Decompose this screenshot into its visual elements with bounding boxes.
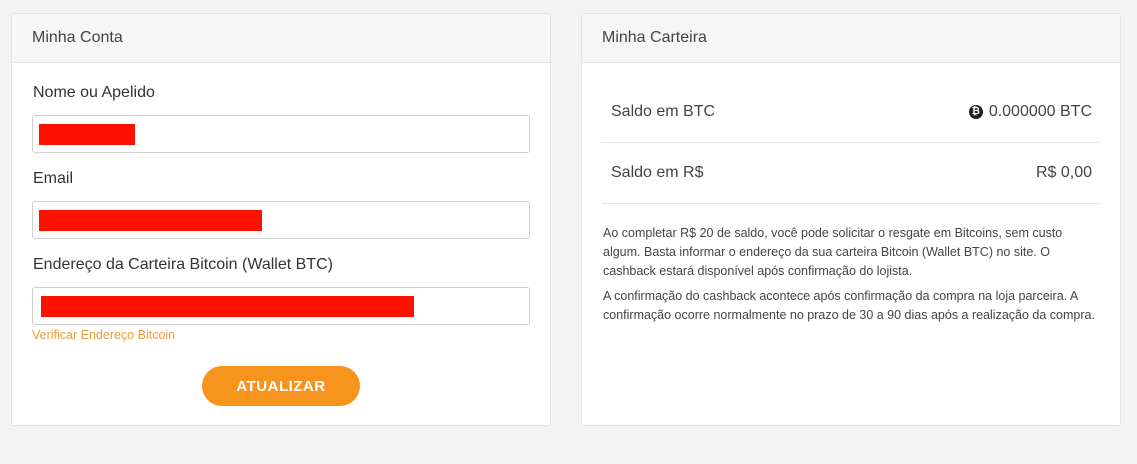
account-card-title: Minha Conta	[12, 14, 550, 63]
email-input[interactable]	[32, 201, 530, 239]
name-input[interactable]	[32, 115, 530, 153]
email-label: Email	[33, 170, 74, 187]
redaction-bar	[39, 210, 262, 231]
btc-balance-value-group: ₿ 0.000000 BTC	[968, 102, 1092, 121]
name-label: Nome ou Apelido	[33, 84, 155, 101]
bitcoin-icon: ₿	[968, 104, 983, 119]
wallet-address-label: Endereço da Carteira Bitcoin (Wallet BTC…	[33, 256, 333, 273]
btc-balance-row: Saldo em BTC ₿ 0.000000 BTC	[602, 63, 1100, 143]
wallet-address-input[interactable]	[32, 287, 530, 325]
account-card: Minha Conta Nome ou Apelido Email Endere…	[11, 13, 551, 426]
brl-balance-row: Saldo em R$ R$ 0,00	[602, 143, 1100, 204]
wallet-card-title: Minha Carteira	[582, 14, 1120, 63]
brl-balance-value: R$ 0,00	[1035, 164, 1092, 181]
wallet-card: Minha Carteira Saldo em BTC ₿ 0.000000 B…	[581, 13, 1121, 426]
brl-balance-label: Saldo em R$	[611, 164, 704, 181]
redaction-bar	[39, 124, 135, 145]
btc-balance-label: Saldo em BTC	[611, 102, 716, 120]
wallet-body: Saldo em BTC ₿ 0.000000 BTC Saldo em R$ …	[582, 63, 1120, 325]
account-form: Nome ou Apelido Email Endereço da Cartei…	[12, 63, 550, 342]
verify-bitcoin-address-link[interactable]: Verificar Endereço Bitcoin	[32, 328, 530, 342]
redaction-bar	[41, 296, 414, 317]
cashback-info-text: Ao completar R$ 20 de saldo, você pode s…	[603, 226, 1063, 278]
update-button[interactable]: ATUALIZAR	[202, 366, 360, 406]
confirmation-info-text: A confirmação do cashback acontece após …	[603, 289, 1095, 322]
btc-balance-value: 0.000000 BTC	[988, 102, 1092, 120]
